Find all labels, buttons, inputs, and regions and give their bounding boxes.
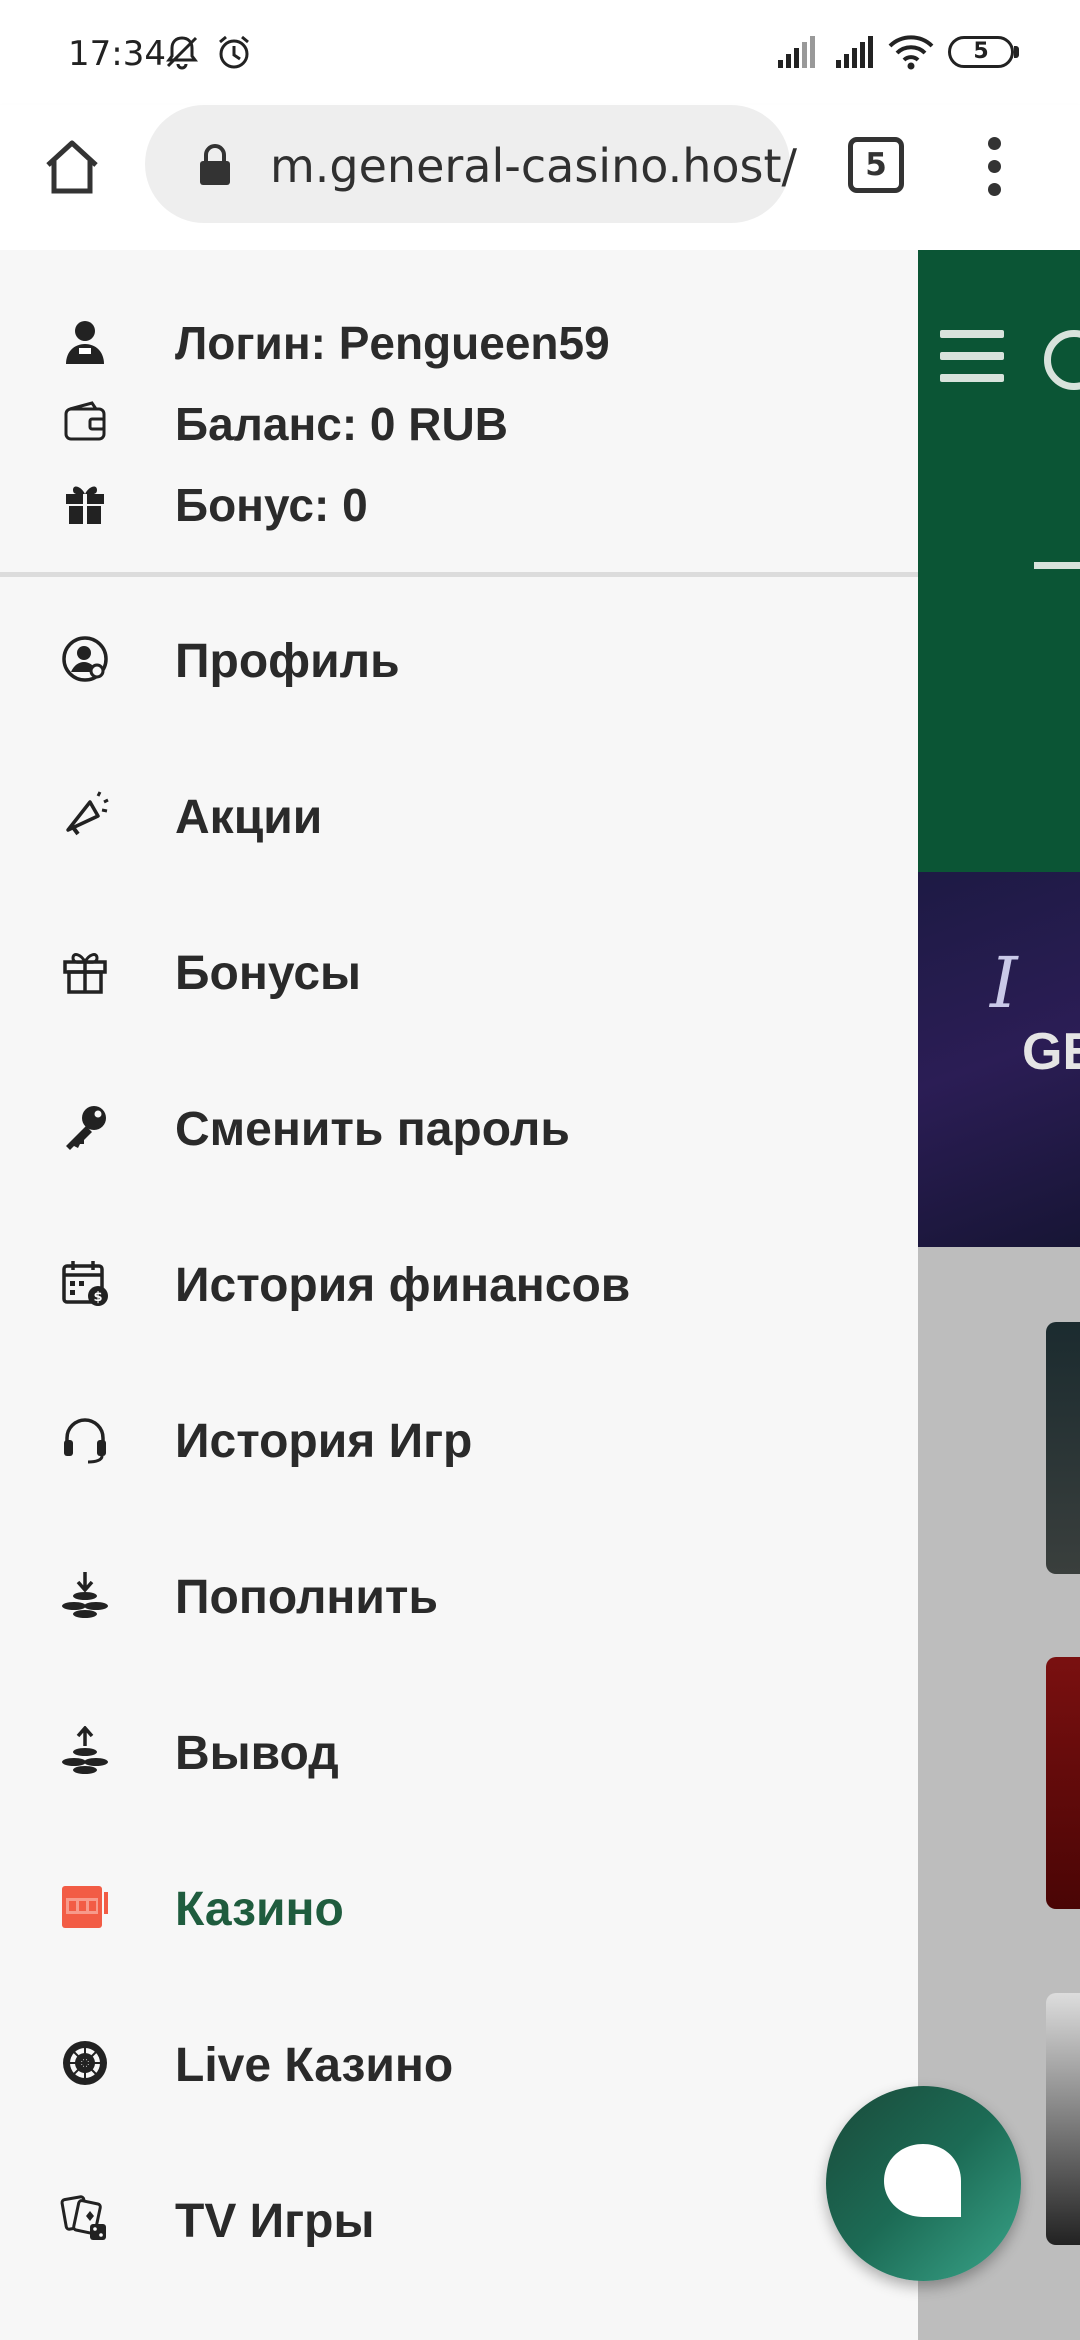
battery-icon: 5 bbox=[948, 36, 1014, 68]
gift-icon bbox=[63, 953, 107, 994]
menu-item-label: Вывод bbox=[175, 1727, 339, 1780]
user-icon bbox=[66, 321, 104, 364]
menu-item-label: Профиль bbox=[175, 635, 400, 688]
background-divider bbox=[1034, 562, 1080, 569]
menu-item-game-history[interactable]: История Игр bbox=[0, 1360, 918, 1516]
signal-icon bbox=[778, 36, 815, 68]
game-card bbox=[1046, 1322, 1080, 1574]
wifi-icon bbox=[888, 35, 934, 70]
chat-button[interactable] bbox=[826, 2086, 1021, 2281]
browser-toolbar: m.general-casino.host/ 5 bbox=[0, 105, 1080, 250]
menu-item-tv-games[interactable]: TV Игры bbox=[0, 2140, 918, 2296]
lock-icon bbox=[200, 144, 230, 185]
menu-item-label: Акции bbox=[175, 791, 323, 844]
mute-icon bbox=[166, 36, 198, 70]
menu-item-change-password[interactable]: Сменить пароль bbox=[0, 1048, 918, 1204]
game-card bbox=[1046, 1657, 1080, 1909]
withdraw-coins-icon bbox=[62, 1726, 108, 1774]
login-text: Логин: Pengueen59 bbox=[175, 317, 610, 369]
banner-text-2: GE bbox=[1022, 1023, 1080, 1081]
bonus-text: Бонус: 0 bbox=[175, 479, 368, 531]
battery-level: 5 bbox=[973, 39, 989, 64]
menu-item-deposit[interactable]: Пополнить bbox=[0, 1516, 918, 1672]
signal-icon bbox=[836, 36, 873, 68]
alarm-icon bbox=[219, 35, 249, 69]
megaphone-icon bbox=[66, 791, 109, 836]
gift-icon bbox=[66, 486, 104, 524]
drawer-divider bbox=[0, 572, 918, 577]
user-login: Логин: Pengueen59 bbox=[0, 300, 918, 380]
profile-icon bbox=[62, 636, 108, 682]
chat-bubble-icon bbox=[884, 2144, 961, 2217]
menu-item-promotions[interactable]: Акции bbox=[0, 736, 918, 892]
menu-item-finance-history[interactable]: $ История финансов bbox=[0, 1204, 918, 1360]
background-page: I GE bbox=[918, 250, 1080, 2340]
deposit-coins-icon bbox=[62, 1572, 108, 1618]
user-balance: Баланс: 0 RUB bbox=[0, 381, 918, 461]
menu-item-label: Пополнить bbox=[175, 1571, 438, 1624]
roulette-icon bbox=[63, 2041, 107, 2085]
svg-text:$: $ bbox=[93, 1290, 102, 1305]
headset-icon bbox=[64, 1418, 106, 1464]
battery-tip bbox=[1014, 46, 1019, 58]
banner-text-1: I bbox=[990, 942, 1018, 1024]
background-banner: I GE bbox=[918, 872, 1080, 1247]
menu-item-casino[interactable]: Казино bbox=[0, 1828, 918, 1984]
background-logo bbox=[1044, 330, 1080, 390]
game-card bbox=[1046, 1993, 1080, 2245]
menu-item-withdraw[interactable]: Вывод bbox=[0, 1672, 918, 1828]
menu-item-label: TV Игры bbox=[175, 2195, 375, 2248]
balance-text: Баланс: 0 RUB bbox=[175, 398, 508, 450]
user-bonus: Бонус: 0 bbox=[0, 462, 918, 542]
status-bar: 17:34 5 bbox=[0, 0, 1080, 105]
navigation-drawer: Логин: Pengueen59 Баланс: 0 RUB Бонус: 0… bbox=[0, 250, 918, 2340]
background-menu-icon bbox=[940, 330, 1004, 384]
slot-machine-icon bbox=[62, 1886, 108, 1928]
tabs-button[interactable]: 5 bbox=[848, 137, 904, 193]
menu-item-label: Сменить пароль bbox=[175, 1103, 570, 1156]
key-icon bbox=[66, 1106, 106, 1150]
address-bar[interactable]: m.general-casino.host/ bbox=[145, 105, 797, 223]
home-icon[interactable] bbox=[40, 135, 104, 199]
wallet-icon bbox=[64, 401, 106, 441]
menu-item-live-casino[interactable]: Live Казино bbox=[0, 1984, 918, 2140]
url-text: m.general-casino.host/ bbox=[270, 139, 798, 193]
cards-dice-icon bbox=[60, 2195, 106, 2240]
menu-item-label: История Игр bbox=[175, 1415, 473, 1468]
status-time: 17:34 bbox=[68, 34, 166, 74]
menu-item-profile[interactable]: Профиль bbox=[0, 580, 918, 736]
background-header bbox=[918, 250, 1080, 872]
overflow-menu-icon[interactable] bbox=[986, 137, 1002, 197]
menu-item-label: Казино bbox=[175, 1883, 344, 1936]
menu-item-label: История финансов bbox=[175, 1259, 631, 1312]
calendar-money-icon: $ bbox=[62, 1261, 108, 1306]
menu-item-label: Live Казино bbox=[175, 2039, 454, 2092]
menu-item-bonuses[interactable]: Бонусы bbox=[0, 892, 918, 1048]
menu-item-label: Бонусы bbox=[175, 947, 361, 1000]
